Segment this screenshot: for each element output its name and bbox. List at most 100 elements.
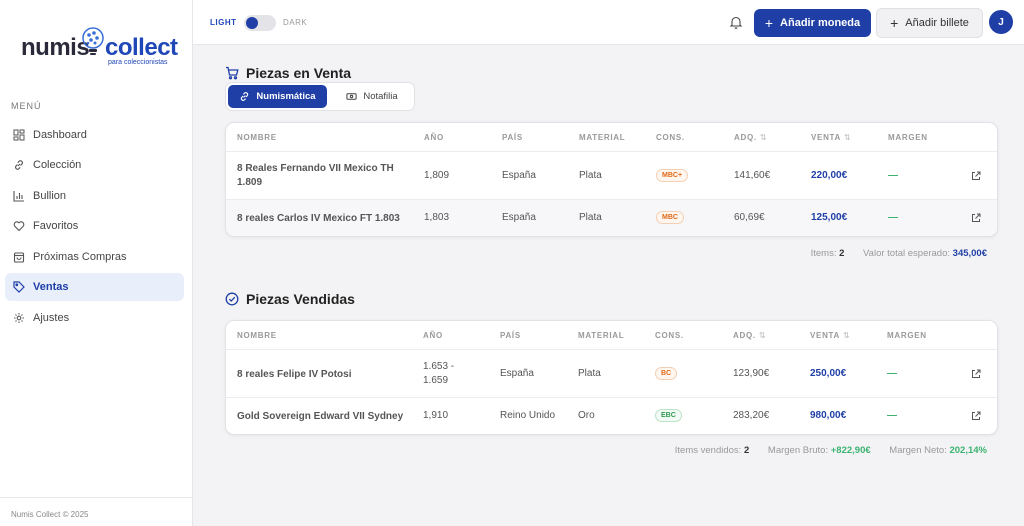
column-header-sale[interactable]: VENTA ⇅ (810, 331, 850, 340)
logo-tagline: para coleccionistas (108, 59, 168, 66)
add-banknote-label: Añadir billete (905, 17, 969, 29)
items-sold-value: 2 (743, 445, 750, 456)
condition-badge: MBC+ (656, 169, 689, 182)
cell-margin: — (887, 410, 897, 421)
cell-year: 1.653 - 1.659 (423, 361, 455, 386)
column-header-country: PAÍS (500, 331, 521, 340)
top-header: LIGHT DARK + Añadir moneda + Añadir bill… (193, 0, 1024, 45)
column-header-label: ADQ. (733, 331, 756, 340)
for-sale-summary: Items: 2 Valor total esperado: 345,00€ (811, 248, 987, 259)
sidebar-item-label: Favoritos (33, 220, 79, 232)
gear-icon (14, 313, 24, 323)
add-banknote-button[interactable]: + Añadir billete (876, 8, 983, 38)
cell-country: España (500, 368, 534, 379)
sold-section-title: Piezas Vendidas (225, 291, 355, 307)
condition-badge: BC (655, 367, 678, 380)
column-header-acquired[interactable]: ADQ. ⇅ (734, 133, 767, 142)
bell-icon[interactable] (729, 15, 743, 29)
cell-sale: 250,00€ (810, 368, 847, 379)
column-header-year: AÑO (424, 133, 444, 142)
column-header-material: MATERIAL (578, 331, 625, 340)
section-title-text: Piezas Vendidas (246, 291, 355, 307)
cell-margin: — (888, 212, 898, 223)
theme-dark-label: DARK (283, 18, 308, 27)
add-coin-button[interactable]: + Añadir moneda (754, 9, 871, 37)
logo-text-numis: numis (21, 34, 90, 61)
user-avatar[interactable]: J (989, 10, 1013, 34)
cell-margin: — (887, 368, 897, 379)
gross-margin-value: +822,90€ (830, 445, 871, 456)
sidebar-footer: Numis Collect © 2025 (0, 497, 193, 526)
sidebar-item-bullion[interactable]: Bullion (5, 182, 184, 210)
tab-label: Numismática (256, 91, 316, 102)
column-header-condition: CONS. (655, 331, 684, 340)
sidebar-item-label: Dashboard (33, 129, 87, 141)
sidebar-item-label: Colección (33, 159, 82, 171)
column-header-margin: MARGEN (887, 331, 927, 340)
external-link-icon[interactable] (971, 411, 981, 421)
expected-value: 345,00€ (952, 248, 987, 259)
bar-chart-icon (13, 191, 24, 202)
table-row[interactable]: Gold Sovereign Edward VII Sydney 1,910 R… (226, 398, 997, 434)
cell-year: 1,803 (424, 212, 450, 223)
cell-year: 1,910 (423, 410, 449, 421)
sidebar-item-dashboard[interactable]: Dashboard (5, 121, 184, 149)
column-header-margin: MARGEN (888, 133, 928, 142)
plus-icon: + (890, 15, 899, 31)
sidebar-item-ajustes[interactable]: Ajustes (5, 304, 184, 332)
table-header: NOMBRE AÑO PAÍS MATERIAL CONS. ADQ. ⇅ VEN… (226, 123, 997, 152)
shopping-cart-icon (226, 66, 239, 80)
cell-acquired: 283,20€ (733, 410, 770, 421)
cell-sale: 220,00€ (811, 170, 848, 181)
tab-notafilia[interactable]: Notafilia (330, 85, 414, 108)
sidebar: numis collect para coleccionistas MENÚ D… (0, 0, 193, 526)
sold-summary: Items vendidos: 2 Margen Bruto: +822,90€… (675, 445, 987, 456)
cell-material: Plata (578, 368, 601, 379)
cell-name: 8 reales Carlos IV Mexico FT 1.803 (237, 213, 400, 224)
column-header-sale[interactable]: VENTA ⇅ (811, 133, 851, 142)
table-row[interactable]: 8 Reales Fernando VII Mexico TH 1.809 1,… (226, 152, 997, 200)
tab-numismatica[interactable]: Numismática (228, 85, 327, 108)
condition-badge: MBC (656, 211, 684, 224)
app-logo[interactable]: numis collect para coleccionistas (21, 26, 181, 70)
cell-country: España (502, 212, 536, 223)
external-link-icon[interactable] (971, 369, 981, 379)
condition-badge: EBC (655, 409, 682, 422)
table-row[interactable]: 8 reales Carlos IV Mexico FT 1.803 1,803… (226, 200, 997, 236)
column-header-label: VENTA (811, 133, 842, 142)
cell-acquired: 60,69€ (734, 212, 765, 223)
cell-material: Oro (578, 410, 595, 421)
for-sale-section-title: Piezas en Venta (225, 65, 351, 81)
gross-margin-label: Margen Bruto: (767, 445, 829, 456)
sort-icon: ⇅ (758, 331, 767, 340)
shopping-bag-icon (13, 252, 25, 263)
net-margin-label: Margen Neto: (889, 445, 947, 456)
table-header: NOMBRE AÑO PAÍS MATERIAL CONS. ADQ. ⇅ VEN… (226, 321, 997, 350)
column-header-country: PAÍS (502, 133, 523, 142)
external-link-icon[interactable] (971, 171, 981, 181)
sidebar-item-proximas-compras[interactable]: Próximas Compras (5, 243, 184, 271)
column-header-label: VENTA (810, 331, 841, 340)
tab-label: Notafilia (363, 91, 398, 102)
cell-margin: — (888, 170, 898, 181)
category-tabs: Numismática Notafilia (225, 82, 415, 111)
cell-acquired: 123,90€ (733, 368, 770, 379)
add-coin-label: Añadir moneda (780, 17, 861, 29)
table-row[interactable]: 8 reales Felipe IV Potosi 1.653 - 1.659 … (226, 350, 997, 398)
column-header-name: NOMBRE (237, 331, 277, 340)
sold-table: NOMBRE AÑO PAÍS MATERIAL CONS. ADQ. ⇅ VEN… (225, 320, 998, 435)
cell-country: España (502, 170, 536, 181)
column-header-material: MATERIAL (579, 133, 626, 142)
theme-toggle[interactable] (244, 15, 276, 31)
cell-sale: 125,00€ (811, 212, 848, 223)
sidebar-item-favoritos[interactable]: Favoritos (5, 212, 184, 240)
theme-light-label: LIGHT (210, 18, 237, 27)
cell-country: Reino Unido (500, 410, 556, 421)
column-header-year: AÑO (423, 331, 443, 340)
external-link-icon[interactable] (971, 213, 981, 223)
link-icon (241, 92, 249, 101)
column-header-acquired[interactable]: ADQ. ⇅ (733, 331, 766, 340)
sidebar-item-ventas[interactable]: Ventas (5, 273, 184, 301)
plus-icon: + (764, 15, 774, 31)
sidebar-item-coleccion[interactable]: Colección (5, 151, 184, 179)
